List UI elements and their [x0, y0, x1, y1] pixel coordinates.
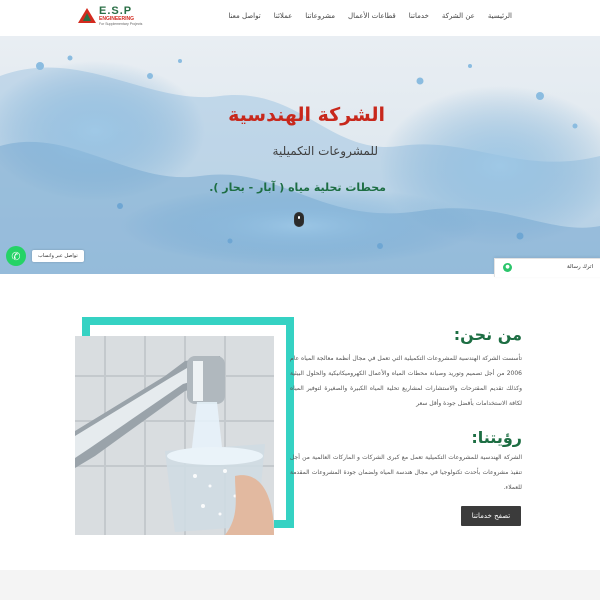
vision-title: رؤيتنا: — [471, 428, 522, 447]
vision-text: الشركة الهندسية للمشروعات التكميلية تعمل… — [290, 454, 522, 491]
nav-item-contact[interactable]: تواصل معنا — [228, 12, 260, 20]
nav-item-clients[interactable]: عملائنا — [274, 12, 293, 20]
site-header: E.S.P ENGINEERING For Supplementary Proj… — [0, 0, 600, 36]
whatsapp-icon: ✆ — [11, 249, 21, 263]
about-text: تأسست الشركة الهندسية للمشروعات التكميلي… — [290, 355, 522, 407]
nav-item-about[interactable]: عن الشركة — [442, 12, 475, 20]
logo-tagline: For Supplementary Projects — [99, 22, 143, 26]
faucet-water-photo — [75, 336, 274, 535]
about-section: من نحن: تأسست الشركة الهندسية للمشروعات … — [290, 325, 522, 411]
nav-item-sectors[interactable]: قطاعات الأعمال — [348, 12, 396, 20]
nav-item-services[interactable]: خدماتنا — [409, 12, 429, 20]
chat-widget[interactable]: ● اترك رسالة — [494, 258, 600, 277]
main-nav: الرئيسية عن الشركة خدماتنا قطاعات الأعما… — [228, 12, 512, 20]
hero-description: محطات تحلية مياه ( آبار - بحار ). — [209, 181, 386, 194]
browse-services-button[interactable]: تصفح خدماتنا — [461, 506, 521, 526]
hero-subtitle: للمشروعات التكميلية — [272, 144, 378, 158]
nav-item-home[interactable]: الرئيسية — [488, 12, 512, 20]
mouse-scroll-icon[interactable] — [294, 212, 304, 227]
esp-logo[interactable]: E.S.P ENGINEERING For Supplementary Proj… — [78, 6, 142, 28]
hero-banner: الشركة الهندسية للمشروعات التكميلية محطا… — [0, 36, 600, 274]
logo-triangle-icon — [78, 8, 96, 23]
whatsapp-label[interactable]: تواصل عبر واتساب — [32, 250, 84, 262]
footer-strip — [0, 570, 600, 600]
about-title: من نحن: — [453, 325, 522, 344]
whatsapp-button[interactable]: ✆ — [6, 246, 26, 266]
chat-icon: ● — [503, 263, 512, 272]
hero-title: الشركة الهندسية — [228, 104, 385, 126]
nav-item-projects[interactable]: مشروعاتنا — [305, 12, 335, 20]
chat-label: اترك رسالة — [567, 264, 593, 270]
